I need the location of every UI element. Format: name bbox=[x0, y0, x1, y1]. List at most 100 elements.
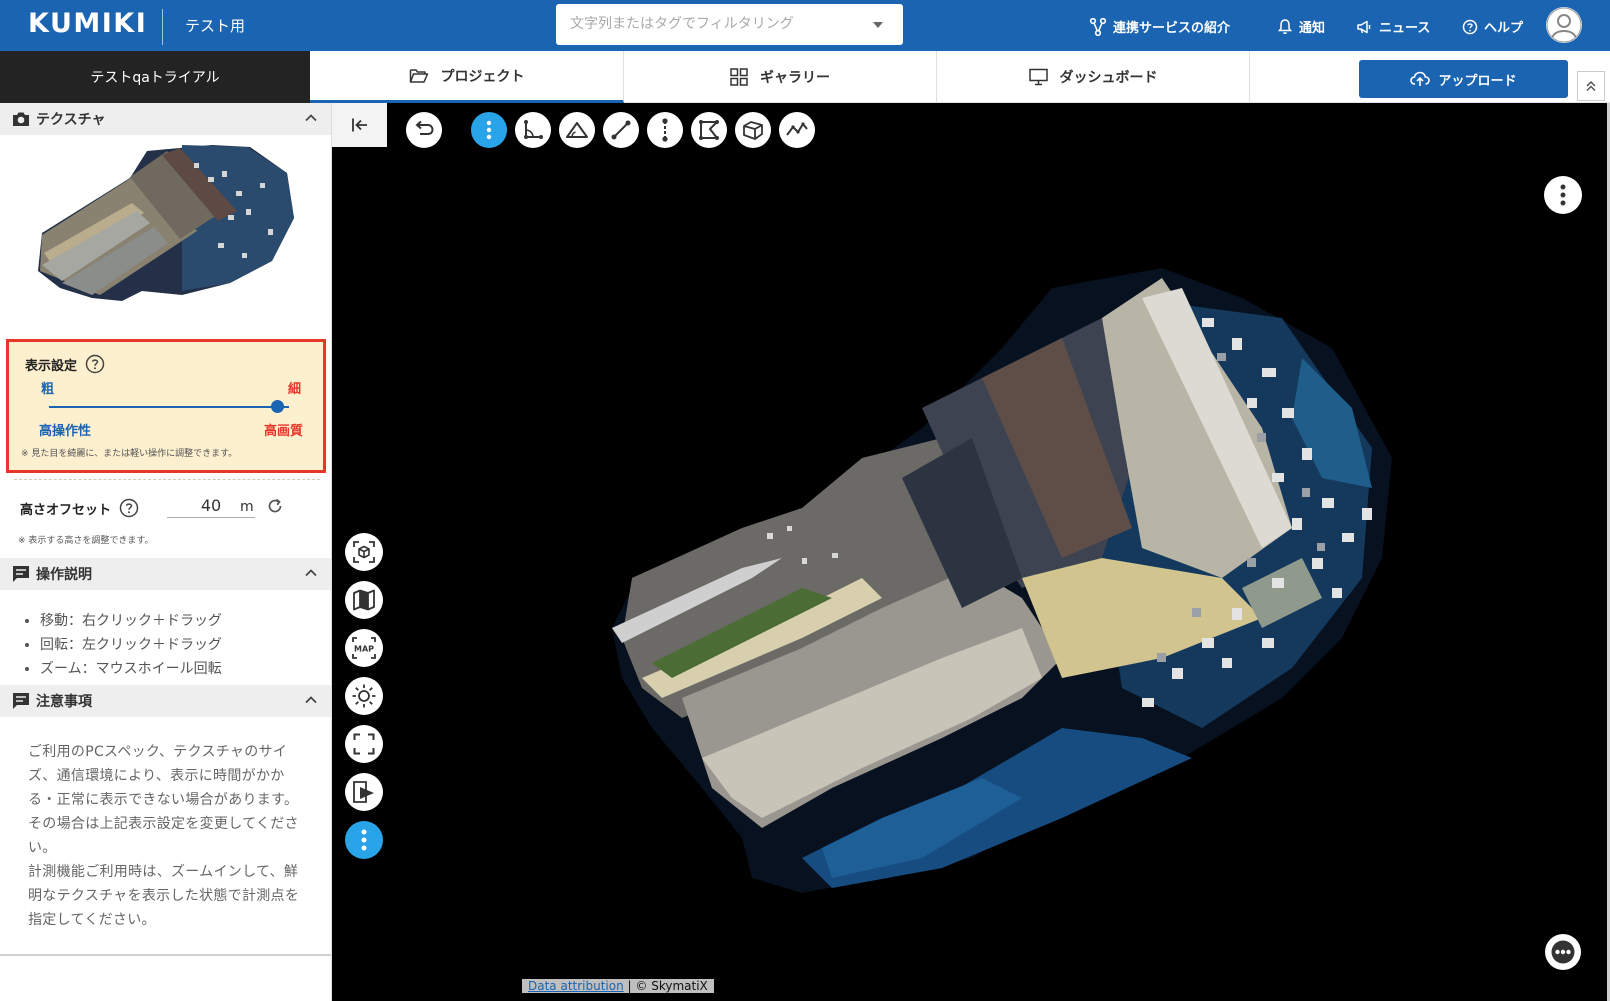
share-nodes-icon bbox=[1089, 17, 1107, 36]
volume-measure-icon bbox=[743, 121, 763, 140]
section-divider bbox=[14, 479, 320, 480]
tab-dashboard[interactable]: ダッシュボード bbox=[937, 51, 1250, 103]
fine-label: 細 bbox=[287, 382, 301, 397]
triangle-measure-button[interactable] bbox=[559, 112, 595, 148]
vertical-measure-icon bbox=[662, 118, 668, 142]
chevron-up-icon[interactable] bbox=[304, 567, 318, 579]
chevron-up-icon[interactable] bbox=[304, 112, 318, 124]
upload-button[interactable]: アップロード bbox=[1359, 60, 1568, 98]
quality-slider-handle[interactable] bbox=[270, 400, 284, 413]
data-attribution-link[interactable]: Data attribution bbox=[528, 979, 624, 993]
message-icon bbox=[13, 566, 29, 582]
3d-viewer-canvas[interactable]: MAP Data attribution | © SkymatiX bbox=[332, 103, 1610, 1001]
height-offset-note: ※ 表示する高さを調整できます。 bbox=[18, 536, 154, 546]
map-button[interactable] bbox=[345, 581, 383, 619]
viewer-menu-button[interactable] bbox=[1544, 176, 1582, 214]
nav-integrations-label: 連携サービスの紹介 bbox=[1113, 21, 1231, 36]
upload-button-label: アップロード bbox=[1438, 73, 1517, 89]
trial-label: テストqaトライアル bbox=[0, 51, 310, 103]
workspace-name: テスト用 bbox=[185, 17, 246, 35]
map-label-button[interactable]: MAP bbox=[345, 629, 383, 667]
screenshot-button[interactable] bbox=[345, 773, 383, 811]
height-offset-unit: m bbox=[240, 499, 254, 515]
map-icon bbox=[353, 589, 375, 611]
collapse-panel-button[interactable] bbox=[332, 103, 387, 147]
distance-measure-icon bbox=[611, 120, 631, 140]
top-header: KUMIKI テスト用 連携サービスの紹介 通知 ニュース ヘルプ bbox=[0, 0, 1610, 51]
triangle-measure-icon bbox=[566, 122, 588, 138]
undo-icon bbox=[415, 120, 434, 135]
tab-dashboard-label: ダッシュボード bbox=[1059, 70, 1158, 86]
refresh-icon[interactable] bbox=[266, 497, 284, 515]
help-icon[interactable] bbox=[119, 498, 139, 518]
message-icon bbox=[13, 693, 29, 709]
user-avatar[interactable] bbox=[1546, 7, 1582, 43]
fullscreen-button[interactable] bbox=[345, 725, 383, 763]
data-attribution: Data attribution | © SkymatiX bbox=[522, 979, 714, 993]
undo-button[interactable] bbox=[406, 112, 442, 148]
screenshot-icon bbox=[353, 781, 374, 803]
svg-text:MAP: MAP bbox=[354, 645, 374, 654]
profile-measure-button[interactable] bbox=[779, 112, 815, 148]
profile-measure-icon bbox=[786, 122, 808, 136]
operations-section-title: 操作説明 bbox=[36, 567, 92, 583]
map-label-icon: MAP bbox=[352, 637, 376, 659]
area-measure-icon bbox=[699, 120, 719, 140]
operations-section-header[interactable]: 操作説明 bbox=[0, 558, 331, 590]
quality-slider-track[interactable] bbox=[49, 406, 289, 408]
more-vertical-icon bbox=[1560, 184, 1566, 206]
brightness-icon bbox=[352, 684, 376, 708]
app-root: KUMIKI テスト用 連携サービスの紹介 通知 ニュース ヘルプ テストqaト… bbox=[0, 0, 1610, 1001]
list-item: ズーム：マウスホイール回転 bbox=[40, 657, 222, 681]
nav-notifications-label: 通知 bbox=[1299, 21, 1326, 36]
more-horizontal-icon bbox=[1551, 940, 1575, 964]
display-settings-note: ※ 見た目を綺麗に、または軽い操作に調整できます。 bbox=[21, 449, 238, 459]
filter-search-input[interactable] bbox=[570, 13, 860, 35]
help-icon[interactable] bbox=[85, 354, 105, 374]
high-quality-label: 高画質 bbox=[263, 424, 303, 439]
display-settings-title: 表示設定 bbox=[25, 358, 78, 374]
nav-help[interactable]: ヘルプ bbox=[1462, 17, 1523, 36]
nav-integrations[interactable]: 連携サービスの紹介 bbox=[1089, 17, 1230, 36]
panel-bottom-divider bbox=[0, 954, 331, 956]
double-chevron-up-icon bbox=[1586, 80, 1596, 92]
caution-paragraph: ご利用のPCスペック、テクスチャのサイズ、通信環境により、表示に時間がかかる・正… bbox=[28, 744, 299, 856]
texture-section-header[interactable]: テクスチャ bbox=[0, 103, 331, 135]
nav-notifications[interactable]: 通知 bbox=[1277, 17, 1325, 36]
grid-icon bbox=[730, 68, 748, 86]
side-menu-button[interactable] bbox=[345, 821, 383, 859]
fit-view-button[interactable] bbox=[345, 533, 383, 571]
display-settings-title-row: 表示設定 bbox=[25, 354, 105, 374]
vertical-measure-button[interactable] bbox=[647, 112, 683, 148]
user-icon bbox=[1546, 7, 1582, 43]
angle-measure-button[interactable] bbox=[515, 112, 551, 148]
nav-news[interactable]: ニュース bbox=[1356, 17, 1430, 36]
volume-measure-button[interactable] bbox=[735, 112, 771, 148]
angle-measure-icon bbox=[524, 120, 543, 139]
brightness-button[interactable] bbox=[345, 677, 383, 715]
kumiki-logo[interactable]: KUMIKI bbox=[28, 8, 147, 39]
tab-project[interactable]: プロジェクト bbox=[310, 51, 624, 103]
distance-measure-button[interactable] bbox=[603, 112, 639, 148]
bell-icon bbox=[1278, 19, 1292, 34]
tab-project-label: プロジェクト bbox=[440, 68, 525, 85]
more-vertical-icon bbox=[361, 829, 367, 851]
caution-text: ご利用のPCスペック、テクスチャのサイズ、通信環境により、表示に時間がかかる・正… bbox=[28, 740, 300, 932]
height-offset-label: 高さオフセット bbox=[20, 502, 112, 518]
caution-section-header[interactable]: 注意事項 bbox=[0, 685, 331, 717]
monitor-icon bbox=[1028, 68, 1048, 86]
texture-section-title: テクスチャ bbox=[36, 112, 106, 128]
texture-thumbnail bbox=[38, 145, 294, 301]
filter-search-box[interactable] bbox=[556, 4, 903, 45]
list-item: 回転：左クリック＋ドラッグ bbox=[40, 633, 222, 657]
area-measure-button[interactable] bbox=[691, 112, 727, 148]
height-offset-label-row: 高さオフセット bbox=[20, 498, 139, 518]
chevron-up-icon[interactable] bbox=[304, 694, 318, 706]
more-options-button[interactable] bbox=[1545, 934, 1581, 970]
collapse-header-button[interactable] bbox=[1577, 71, 1605, 101]
high-operability-label: 高操作性 bbox=[39, 424, 92, 439]
megaphone-icon bbox=[1357, 20, 1371, 33]
toolbar-menu-button[interactable] bbox=[471, 112, 507, 148]
tab-gallery[interactable]: ギャラリー bbox=[624, 51, 937, 103]
chevron-down-icon[interactable] bbox=[873, 22, 883, 28]
